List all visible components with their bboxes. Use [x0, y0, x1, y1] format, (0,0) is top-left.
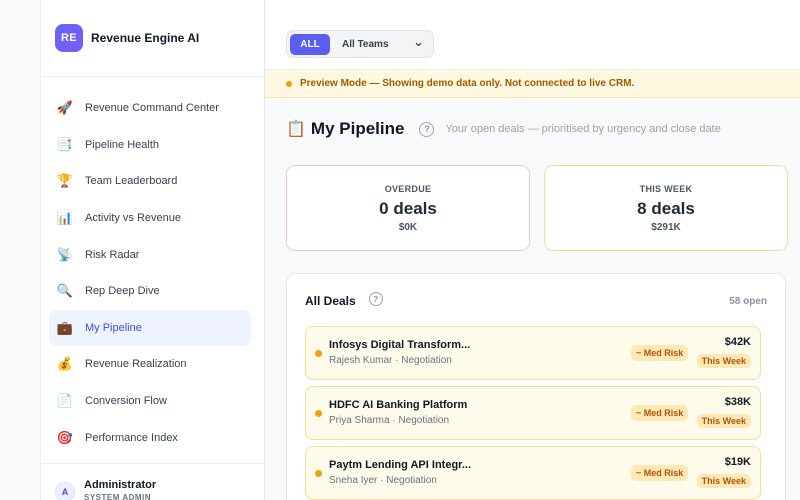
status-dot-icon [315, 410, 322, 417]
deal-row[interactable]: Paytm Lending API Integr... Sneha Iyer ·… [305, 446, 761, 500]
this-week-card[interactable]: THIS WEEK 8 deals $291K [544, 165, 788, 251]
sidebar-item-label: Risk Radar [85, 248, 140, 261]
sidebar: RE Revenue Engine AI 🚀 Revenue Command C… [40, 0, 265, 500]
clipboard-icon: 📋 [286, 121, 306, 138]
stat-amount: $291K [651, 221, 681, 233]
team-filter: ALL All Teams ⌄ [286, 30, 434, 58]
stat-value: 0 deals [379, 198, 437, 218]
sidebar-item-my-pipeline[interactable]: 💼 My Pipeline [49, 309, 251, 347]
team-select-value: All Teams [342, 38, 389, 50]
sidebar-item-label: Revenue Command Center [85, 102, 219, 115]
sidebar-item-rep-deep-dive[interactable]: 🔍 Rep Deep Dive [49, 273, 251, 310]
banner-text: Preview Mode — Showing demo data only. N… [300, 78, 635, 89]
risk-badge: ~ Med Risk [631, 465, 689, 481]
user-name: Administrator [84, 479, 157, 491]
close-date-badge: This Week [696, 414, 751, 428]
sidebar-item-label: Performance Index [85, 431, 178, 444]
app-name: Revenue Engine AI [91, 31, 200, 45]
sidebar-item-label: Conversion Flow [85, 395, 167, 408]
document-icon: 📄 [56, 393, 74, 409]
target-icon: 🎯 [56, 429, 74, 445]
sidebar-item-label: Activity vs Revenue [85, 212, 181, 225]
user-role: SYSTEM ADMIN [84, 493, 152, 500]
brand-header: RE Revenue Engine AI [41, 0, 264, 77]
deal-name: Paytm Lending API Integr... [329, 459, 472, 471]
stat-label: OVERDUE [384, 183, 432, 194]
avatar: A [55, 482, 75, 500]
risk-badge: ~ Med Risk [631, 345, 689, 361]
rocket-icon: 🚀 [56, 100, 74, 116]
team-select[interactable]: All Teams ⌄ [330, 34, 430, 50]
sidebar-item-revenue-command-center[interactable]: 🚀 Revenue Command Center [49, 90, 251, 127]
deal-meta: Priya Sharma · Negotiation [329, 415, 450, 426]
sidebar-item-team-leaderboard[interactable]: 🏆 Team Leaderboard [49, 163, 251, 200]
deals-count: 58 open [729, 295, 767, 307]
sidebar-nav: 🚀 Revenue Command Center 📑 Pipeline Heal… [41, 77, 264, 456]
main-content: ALL All Teams ⌄ Preview Mode — Showing d… [265, 0, 800, 500]
bar-chart-icon: 📊 [56, 210, 74, 226]
sidebar-item-label: My Pipeline [85, 321, 142, 334]
page-header: 📋 My Pipeline ? Your open deals — priori… [286, 119, 800, 139]
money-bag-icon: 💰 [56, 356, 74, 372]
page-title: My Pipeline [310, 119, 405, 138]
briefcase-icon: 💼 [56, 319, 74, 335]
sidebar-item-conversion-flow[interactable]: 📄 Conversion Flow [49, 383, 251, 420]
page-subtitle: Your open deals — prioritised by urgency… [445, 123, 721, 135]
bookmark-tabs-icon: 📑 [56, 136, 74, 152]
user-info: Administrator SYSTEM ADMIN [84, 479, 157, 500]
deal-name: HDFC AI Banking Platform [329, 399, 468, 411]
deal-name: Infosys Digital Transform... [329, 339, 471, 351]
sidebar-item-label: Team Leaderboard [85, 175, 178, 188]
deal-amount: $38K [724, 396, 751, 408]
all-deals-panel: All Deals ? 58 open Infosys Digital Tran… [286, 273, 786, 500]
status-dot-icon [315, 470, 322, 477]
user-profile[interactable]: A Administrator SYSTEM ADMIN [41, 463, 264, 500]
deal-meta: Rajesh Kumar · Negotiation [329, 355, 452, 366]
sidebar-item-risk-radar[interactable]: 📡 Risk Radar [49, 236, 251, 273]
top-bar: ALL All Teams ⌄ [265, 0, 800, 70]
app-logo: RE [55, 24, 83, 52]
warning-dot-icon [286, 80, 292, 87]
deal-meta: Sneha Iyer · Negotiation [329, 475, 437, 486]
sidebar-item-activity-vs-revenue[interactable]: 📊 Activity vs Revenue [49, 200, 251, 237]
preview-banner: Preview Mode — Showing demo data only. N… [265, 70, 800, 98]
sidebar-item-label: Pipeline Health [85, 138, 159, 151]
deals-title: All Deals [305, 294, 356, 308]
sidebar-item-label: Revenue Realization [85, 358, 187, 371]
help-icon[interactable]: ? [419, 121, 435, 137]
deal-amount: $19K [724, 456, 751, 468]
stat-label: THIS WEEK [639, 183, 693, 194]
overdue-card[interactable]: OVERDUE 0 deals $0K [286, 165, 530, 251]
help-icon[interactable]: ? [368, 292, 383, 306]
trophy-icon: 🏆 [56, 173, 74, 189]
sidebar-item-pipeline-health[interactable]: 📑 Pipeline Health [49, 127, 251, 164]
stat-amount: $0K [398, 221, 418, 233]
sidebar-item-revenue-realization[interactable]: 💰 Revenue Realization [49, 346, 251, 383]
satellite-dish-icon: 📡 [56, 246, 74, 262]
all-filter-button[interactable]: ALL [290, 33, 330, 55]
sidebar-item-performance-index[interactable]: 🎯 Performance Index [49, 419, 251, 456]
stat-value: 8 deals [637, 198, 695, 218]
deal-amount: $42K [724, 336, 751, 348]
deals-header: All Deals ? 58 open [305, 292, 767, 308]
sidebar-item-label: Rep Deep Dive [85, 285, 160, 298]
deal-row[interactable]: Infosys Digital Transform... Rajesh Kuma… [305, 326, 761, 380]
status-dot-icon [315, 350, 322, 357]
deal-row[interactable]: HDFC AI Banking Platform Priya Sharma · … [305, 386, 761, 440]
magnifier-icon: 🔍 [56, 283, 74, 299]
close-date-badge: This Week [696, 474, 751, 488]
risk-badge: ~ Med Risk [631, 405, 689, 421]
chevron-down-icon: ⌄ [413, 33, 424, 49]
close-date-badge: This Week [696, 354, 751, 368]
